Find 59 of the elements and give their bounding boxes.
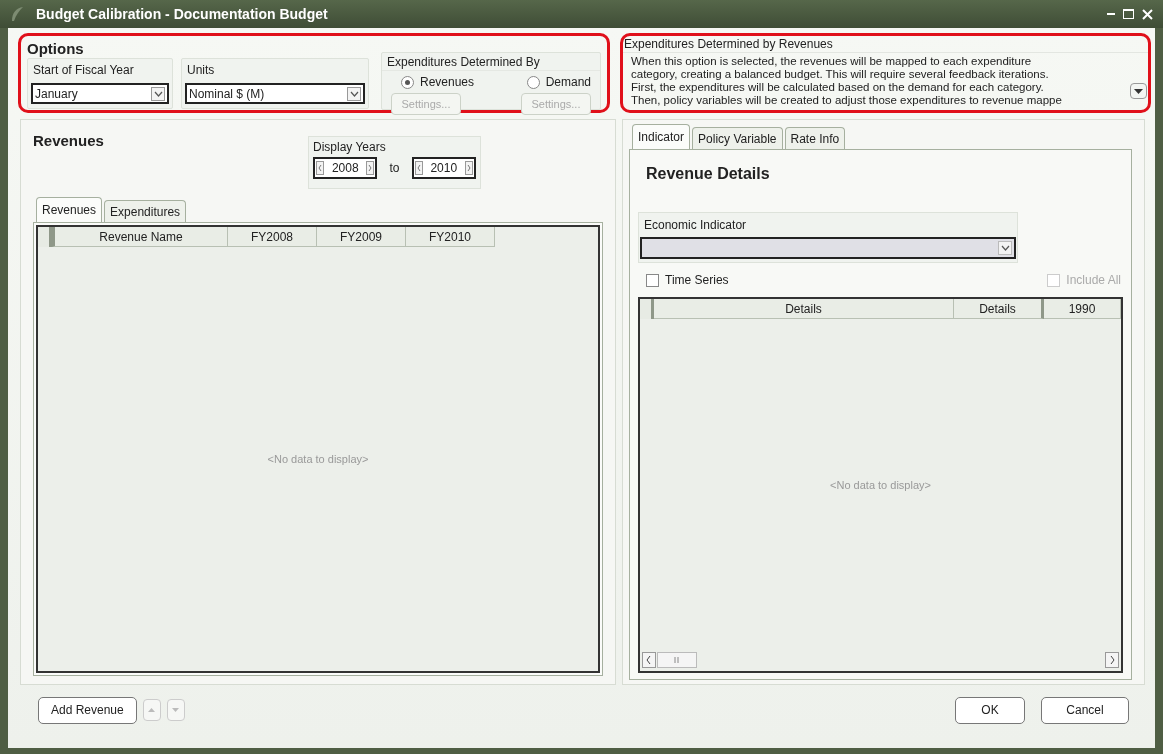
description-text: When this option is selected, the revenues will be mapped to each expenditure — [631, 55, 1032, 68]
column-header[interactable]: FY2008 — [228, 227, 317, 247]
radio-button[interactable]: Revenues — [401, 74, 475, 90]
column-header[interactable]: 1990 — [1044, 299, 1121, 319]
cancel-button[interactable]: Cancel — [1041, 696, 1129, 724]
leaf-icon — [10, 6, 24, 22]
tab[interactable]: Rate Info — [784, 127, 846, 149]
field-label: Display Years — [313, 139, 387, 156]
checkbox[interactable]: Time Series — [646, 271, 729, 289]
close-icon — [1142, 8, 1153, 20]
window-title: Budget Calibration - Documentation Budget — [36, 4, 328, 24]
horizontal-scrollbar[interactable] — [642, 651, 1119, 669]
year-spinner[interactable]: 2010 — [411, 157, 476, 179]
expand-button[interactable] — [1130, 83, 1147, 99]
fiscal-year-dropdown[interactable]: January — [31, 83, 169, 104]
triangle-down-icon — [1134, 88, 1143, 94]
radio-button[interactable]: Demand — [526, 74, 591, 90]
section-title: Revenue Details — [645, 164, 771, 184]
units-dropdown[interactable]: Nominal $ (M) — [185, 83, 365, 104]
year-spinner[interactable]: 2008 — [313, 157, 378, 179]
scroll-thumb-icon — [657, 652, 697, 668]
chevron-left-icon — [316, 161, 324, 175]
dropdown-icon — [153, 90, 163, 97]
add-revenue-button[interactable]: Add Revenue — [38, 696, 137, 724]
tab[interactable]: Policy Variable — [692, 127, 783, 149]
column-header[interactable]: FY2009 — [317, 227, 406, 247]
column-header[interactable]: Revenue Name — [52, 227, 228, 247]
chevron-left-icon — [414, 161, 423, 175]
ok-button[interactable]: OK — [955, 696, 1025, 724]
triangle-down-icon — [172, 708, 180, 712]
field-label: Start of Fiscal Year — [32, 62, 135, 79]
tab[interactable]: Indicator — [632, 124, 691, 149]
description-text: First, the expenditures will be calculated based on the demand for each category. — [631, 81, 1044, 94]
range-separator: to — [388, 160, 401, 177]
chevron-right-icon — [366, 161, 375, 175]
group-label: Expenditures Determined By — [382, 53, 600, 71]
chevron-left-icon — [642, 652, 656, 668]
section-title: Revenues — [33, 131, 105, 151]
field-label: Units — [186, 62, 216, 79]
dropdown-icon — [1000, 245, 1010, 251]
chevron-right-icon — [465, 161, 473, 175]
triangle-up-icon — [148, 708, 156, 712]
maximize-icon — [1123, 9, 1134, 19]
dropdown-icon — [349, 90, 359, 97]
description-text: category, creating a balanced budget. This will require several feedback iterations. — [631, 68, 1049, 81]
minimize-icon — [1107, 13, 1115, 15]
section-title: Options — [27, 39, 85, 58]
empty-message: <No data to display> — [267, 451, 369, 467]
column-header[interactable]: Details — [654, 299, 954, 319]
column-header[interactable]: FY2010 — [406, 227, 495, 247]
tab[interactable]: Revenues — [36, 197, 103, 222]
description-text: Then, policy variables will be created to adjust those expenditures to revenue mappe — [631, 94, 1062, 107]
empty-message: <No data to display> — [830, 477, 931, 493]
chevron-right-icon — [1105, 652, 1119, 668]
tab[interactable]: Expenditures — [104, 200, 187, 222]
column-header[interactable]: Details — [954, 299, 1044, 319]
indicator-dropdown[interactable] — [640, 237, 1016, 259]
description-title: Expenditures Determined by Revenues — [623, 36, 1148, 53]
field-label: Economic Indicator — [643, 217, 748, 234]
